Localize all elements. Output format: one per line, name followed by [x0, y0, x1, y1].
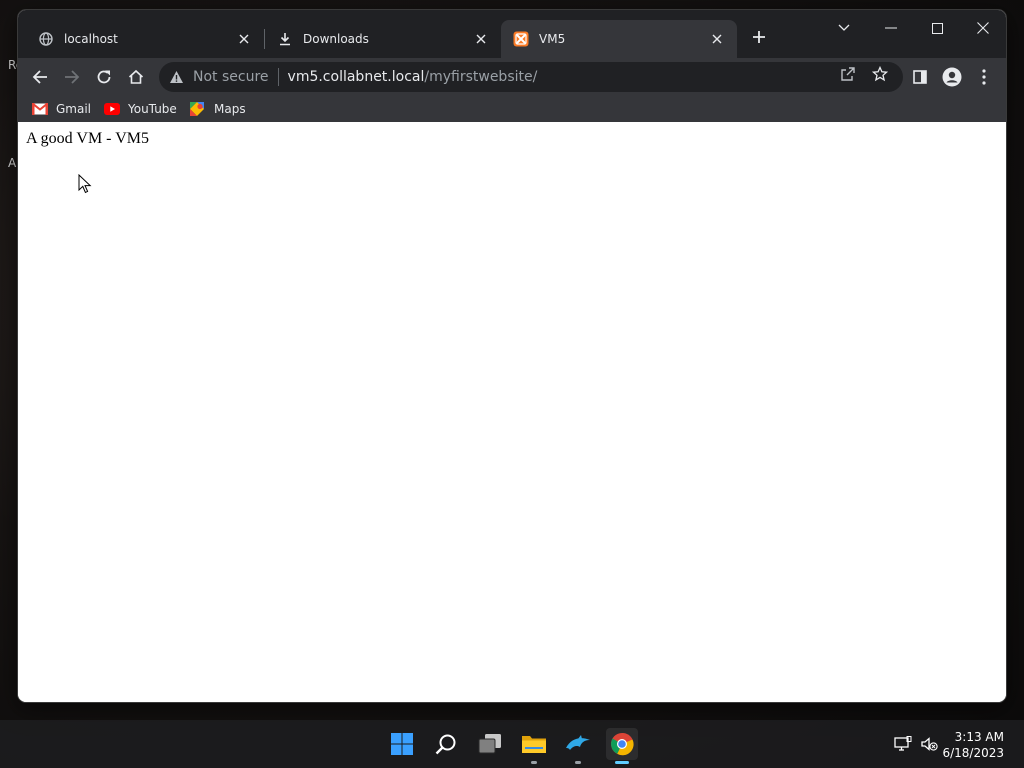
chrome-icon[interactable] — [606, 728, 638, 764]
volume-muted-icon[interactable] — [920, 735, 938, 753]
xampp-icon — [513, 31, 529, 47]
system-clock[interactable]: 3:13 AM 6/18/2023 — [942, 729, 1004, 761]
home-button[interactable] — [124, 65, 148, 89]
star-icon — [872, 66, 888, 82]
share-icon — [841, 67, 855, 81]
page-text: A good VM - VM5 — [26, 130, 149, 147]
close-icon — [977, 22, 989, 34]
clock-date: 6/18/2023 — [942, 746, 1004, 760]
tab-search-button[interactable] — [822, 14, 866, 42]
arrow-left-icon — [32, 70, 47, 84]
back-button[interactable] — [28, 65, 52, 89]
active-indicator — [615, 761, 629, 764]
tab-vm5[interactable]: VM5 — [501, 20, 737, 58]
close-tab-icon[interactable] — [709, 31, 725, 47]
bookmark-label: YouTube — [128, 102, 177, 116]
bookmark-youtube[interactable]: YouTube — [104, 100, 177, 118]
globe-icon — [38, 31, 54, 47]
page-content: A good VM - VM5 — [18, 122, 1006, 702]
tab-title: localhost — [64, 32, 118, 46]
address-bar[interactable]: Not secure vm5.collabnet.local /myfirstw… — [159, 62, 903, 92]
network-icon[interactable] — [894, 735, 912, 753]
bookmark-label: Maps — [214, 102, 246, 116]
arrow-right-icon — [65, 70, 80, 84]
forward-button[interactable] — [60, 65, 84, 89]
youtube-icon — [104, 102, 120, 116]
share-button[interactable] — [838, 64, 858, 84]
search-icon[interactable] — [430, 728, 462, 760]
reload-icon — [97, 70, 111, 84]
taskbar: 3:13 AM 6/18/2023 — [0, 720, 1024, 768]
dolphin-icon[interactable] — [562, 728, 594, 764]
url-host[interactable]: vm5.collabnet.local — [288, 69, 425, 85]
profile-icon — [942, 67, 962, 87]
home-icon — [128, 69, 144, 84]
security-status[interactable]: Not secure — [193, 69, 269, 85]
desktop-icon-label: A — [8, 156, 17, 170]
file-explorer-icon[interactable] — [518, 728, 550, 764]
tab-localhost[interactable]: localhost — [26, 20, 264, 58]
profile-button[interactable] — [940, 65, 964, 89]
bookmark-maps[interactable]: Maps — [190, 100, 246, 118]
tab-title: VM5 — [539, 32, 566, 46]
tab-downloads[interactable]: Downloads — [265, 20, 501, 58]
reload-button[interactable] — [92, 65, 116, 89]
bookmark-gmail[interactable]: Gmail — [32, 100, 91, 118]
running-indicator — [531, 761, 537, 764]
maximize-icon — [931, 22, 943, 34]
gmail-icon — [32, 102, 48, 116]
omnibox-divider — [277, 68, 279, 86]
browser-window: localhost Downloads VM5 Not secure vm5.c… — [18, 10, 1006, 702]
warning-icon[interactable] — [169, 69, 185, 85]
minimize-button[interactable] — [869, 14, 913, 42]
menu-button[interactable] — [972, 65, 996, 89]
clock-time: 3:13 AM — [954, 730, 1004, 744]
tab-title: Downloads — [303, 32, 369, 46]
chevron-down-icon — [838, 24, 850, 31]
windows-start-icon[interactable] — [386, 728, 418, 760]
side-panel-button[interactable] — [908, 65, 932, 89]
side-panel-icon — [913, 70, 927, 84]
mouse-cursor-icon — [78, 173, 92, 198]
more-vertical-icon — [982, 69, 986, 85]
running-indicator — [575, 761, 581, 764]
new-tab-button[interactable] — [748, 26, 770, 48]
task-view-icon[interactable] — [474, 728, 506, 760]
bookmarks-bar: Gmail YouTube Maps — [18, 96, 1006, 123]
plus-icon — [753, 31, 765, 43]
maps-icon — [190, 102, 206, 116]
url-path[interactable]: /myfirstwebsite/ — [424, 69, 537, 85]
close-tab-icon[interactable] — [473, 31, 489, 47]
tab-strip: localhost Downloads VM5 — [18, 10, 1006, 58]
bookmark-star-button[interactable] — [870, 64, 890, 84]
minimize-icon — [885, 27, 897, 29]
browser-toolbar: Not secure vm5.collabnet.local /myfirstw… — [18, 58, 1006, 96]
close-tab-icon[interactable] — [236, 31, 252, 47]
close-window-button[interactable] — [961, 14, 1005, 42]
bookmark-label: Gmail — [56, 102, 92, 116]
maximize-button[interactable] — [915, 14, 959, 42]
download-icon — [277, 31, 293, 47]
